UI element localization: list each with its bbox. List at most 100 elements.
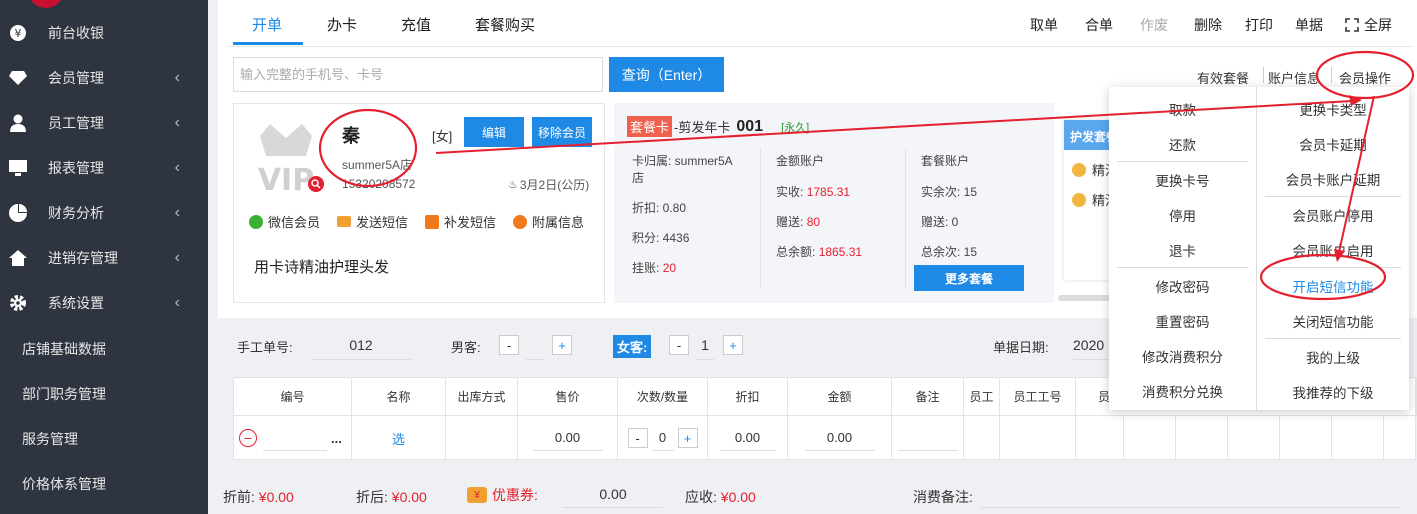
- menu-item-repay[interactable]: 还款: [1109, 126, 1256, 161]
- male-plus-button[interactable]: +: [552, 335, 572, 355]
- date-input[interactable]: 2020: [1073, 330, 1113, 360]
- divider: [1263, 67, 1264, 83]
- resend-sms-action[interactable]: 补发短信: [425, 212, 496, 231]
- extra-info-action[interactable]: 附属信息: [513, 212, 584, 231]
- qty-input[interactable]: 0: [651, 425, 674, 451]
- amount-input[interactable]: 0.00: [804, 425, 875, 451]
- consumption-remark-input[interactable]: [980, 480, 1400, 508]
- card-belong-cont: 店: [632, 171, 645, 185]
- sidebar-item-settings[interactable]: 系统设置 ‹: [0, 280, 208, 325]
- menu-item-extend-card[interactable]: 会员卡延期: [1257, 126, 1409, 161]
- sidebar-item-staff[interactable]: 员工管理 ‹: [0, 100, 208, 145]
- menu-item-disable-sms[interactable]: 关闭短信功能: [1257, 303, 1409, 338]
- sidebar-subitem-pricing[interactable]: 价格体系管理: [22, 474, 106, 494]
- staff-cell[interactable]: [964, 416, 1000, 460]
- sidebar-item-members[interactable]: 会员管理 ‹: [0, 55, 208, 100]
- col-header: 次数/数量: [618, 378, 708, 416]
- message-icon: [425, 214, 439, 229]
- remark-input[interactable]: [897, 425, 958, 451]
- menu-item-change-card-no[interactable]: 更换卡号: [1109, 162, 1256, 197]
- merge-order-button[interactable]: 合单: [1085, 15, 1113, 35]
- discount-input[interactable]: 0.00: [719, 425, 776, 451]
- member-operations-menu: 取款 还款 更换卡号 停用 退卡 修改密码 重置密码 修改消费积分 消费积分兑换…: [1109, 87, 1409, 410]
- price-input[interactable]: 0.00: [532, 425, 603, 451]
- wechat-member-action[interactable]: 微信会员: [249, 212, 320, 231]
- more-icon[interactable]: ...: [331, 431, 342, 446]
- col-header: 员工工号: [1000, 378, 1076, 416]
- sidebar-item-label: 员工管理: [48, 114, 104, 131]
- menu-item-disable[interactable]: 停用: [1109, 197, 1256, 232]
- sidebar-item-finance[interactable]: 财务分析 ‹: [0, 190, 208, 235]
- member-search-icon[interactable]: [308, 176, 324, 192]
- sidebar-subitem-store-data[interactable]: 店铺基础数据: [22, 339, 106, 359]
- col-header: 折扣: [708, 378, 788, 416]
- menu-item-my-referrals[interactable]: 我推荐的下级: [1257, 374, 1409, 409]
- print-button[interactable]: 打印: [1245, 15, 1273, 35]
- item-code-input[interactable]: [263, 425, 327, 451]
- menu-item-enable-sms[interactable]: 开启短信功能: [1257, 268, 1409, 303]
- menu-item-redeem-points[interactable]: 消费积分兑换: [1109, 373, 1256, 408]
- sidebar-item-inventory[interactable]: 进销存管理 ‹: [0, 235, 208, 280]
- edit-member-button[interactable]: 编辑: [464, 117, 524, 147]
- menu-item-change-password[interactable]: 修改密码: [1109, 268, 1256, 303]
- total-label: 总余额:: [776, 245, 816, 259]
- tab-recharge[interactable]: 充值: [401, 14, 431, 35]
- sidebar-subitem-services[interactable]: 服务管理: [22, 429, 78, 449]
- account-info-link[interactable]: 账户信息: [1268, 68, 1320, 87]
- after-label: 折后:: [356, 489, 388, 505]
- monitor-icon: [8, 158, 28, 178]
- user-icon: [8, 113, 28, 133]
- receipts-button[interactable]: 单据: [1295, 15, 1323, 35]
- search-input[interactable]: [233, 57, 603, 92]
- menu-item-edit-points[interactable]: 修改消费积分: [1109, 338, 1256, 373]
- void-button[interactable]: 作废: [1140, 15, 1168, 35]
- col-header: 备注: [892, 378, 964, 416]
- tab-open-order[interactable]: 开单: [252, 14, 282, 35]
- female-guests-label: 女客:: [613, 335, 652, 358]
- package-gift: 赠送: 0: [921, 215, 959, 229]
- menu-item-extend-card-account[interactable]: 会员卡账户延期: [1257, 161, 1409, 196]
- fullscreen-icon: [1345, 18, 1359, 32]
- remove-row-icon[interactable]: −: [239, 429, 257, 447]
- female-count-input[interactable]: 1: [696, 330, 714, 360]
- female-plus-button[interactable]: +: [723, 335, 743, 355]
- tab-buy-package[interactable]: 套餐购买: [475, 14, 535, 35]
- menu-item-disable-account[interactable]: 会员账户停用: [1257, 197, 1409, 232]
- qty-plus-button[interactable]: +: [677, 428, 698, 448]
- coupon-input[interactable]: 0.00: [563, 480, 663, 508]
- query-button[interactable]: 查询（Enter）: [609, 57, 724, 92]
- manual-no-input[interactable]: 012: [311, 330, 411, 360]
- delete-button[interactable]: 删除: [1194, 15, 1222, 35]
- pie-icon: [8, 203, 28, 223]
- member-name: 秦: [342, 126, 360, 146]
- valid-packages-link[interactable]: 有效套餐: [1197, 68, 1249, 87]
- remove-member-button[interactable]: 移除会员: [532, 117, 592, 147]
- menu-item-my-superior[interactable]: 我的上级: [1257, 339, 1409, 374]
- female-minus-button[interactable]: -: [669, 335, 689, 355]
- menu-item-enable-account[interactable]: 会员账户启用: [1257, 232, 1409, 267]
- male-count-input[interactable]: [526, 330, 544, 360]
- send-sms-action[interactable]: 发送短信: [337, 212, 408, 231]
- select-item-link[interactable]: 选: [352, 416, 446, 460]
- fullscreen-button[interactable]: 全屏: [1345, 15, 1392, 35]
- male-minus-button[interactable]: -: [499, 335, 519, 355]
- male-guests-label: 男客:: [451, 340, 481, 355]
- menu-item-refund-card[interactable]: 退卡: [1109, 232, 1256, 267]
- qty-minus-button[interactable]: -: [627, 428, 648, 448]
- more-packages-button[interactable]: 更多套餐: [914, 265, 1024, 291]
- menu-item-change-card-type[interactable]: 更换卡类型: [1257, 91, 1409, 126]
- tab-issue-card[interactable]: 办卡: [327, 14, 357, 35]
- member-operations-button[interactable]: 会员操作: [1339, 68, 1391, 87]
- chevron-left-icon: ‹: [174, 113, 180, 131]
- extra-cell: [1228, 416, 1280, 460]
- menu-item-withdraw[interactable]: 取款: [1109, 91, 1256, 126]
- menu-item-reset-password[interactable]: 重置密码: [1109, 303, 1256, 338]
- paid-label: 实收:: [776, 185, 804, 199]
- coupon-label: 优惠券:: [492, 487, 538, 503]
- sidebar-item-reports[interactable]: 报表管理 ‹: [0, 145, 208, 190]
- sidebar-subitem-departments[interactable]: 部门职务管理: [22, 384, 106, 404]
- staff-no-cell[interactable]: [1000, 416, 1076, 460]
- gift-value: 80: [806, 215, 821, 229]
- sidebar-item-cashier[interactable]: ¥ 前台收银: [0, 10, 208, 55]
- retrieve-order-button[interactable]: 取单: [1030, 15, 1058, 35]
